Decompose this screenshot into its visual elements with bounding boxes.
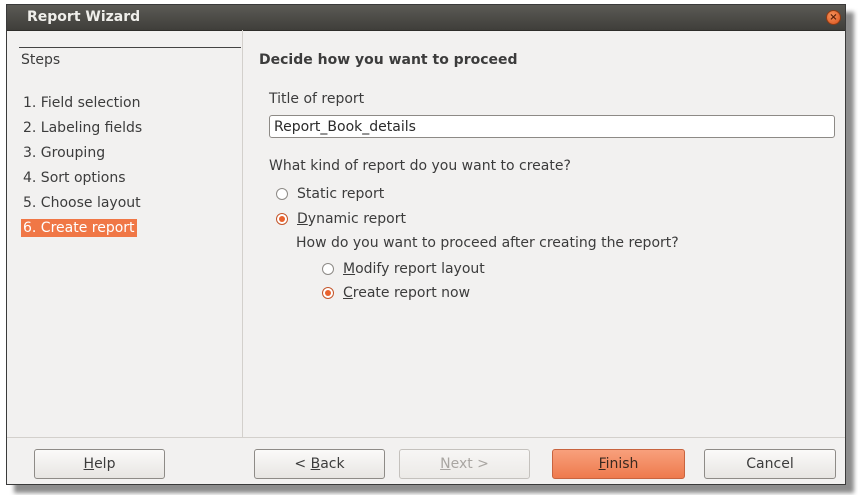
close-icon[interactable]: ×	[826, 10, 841, 25]
help-button[interactable]: Help	[34, 449, 165, 479]
proceed-question: How do you want to proceed after creatin…	[296, 235, 679, 251]
create-now-radio[interactable]	[322, 287, 334, 299]
dynamic-report-label: Dynamic report	[297, 211, 406, 227]
title-bar[interactable]: Report Wizard ×	[7, 5, 845, 31]
next-button[interactable]: Next >	[399, 449, 530, 479]
steps-pane: Steps 1. Field selection 2. Labeling fie…	[7, 30, 243, 437]
report-kind-question: What kind of report do you want to creat…	[269, 158, 571, 174]
window-title: Report Wizard	[27, 9, 141, 25]
modify-layout-label: Modify report layout	[343, 261, 485, 277]
page-title: Decide how you want to proceed	[259, 52, 518, 68]
steps-header: Steps	[21, 52, 61, 68]
step-field-selection[interactable]: 1. Field selection	[21, 94, 143, 112]
finish-button[interactable]: Finish	[552, 449, 685, 479]
static-report-radio[interactable]	[276, 188, 288, 200]
modify-layout-option[interactable]: Modify report layout	[322, 261, 485, 277]
step-labeling-fields[interactable]: 2. Labeling fields	[21, 119, 144, 137]
report-wizard-dialog: Report Wizard × Steps 1. Field selection…	[6, 4, 846, 485]
main-content: Decide how you want to proceed Title of …	[243, 30, 845, 437]
cancel-button[interactable]: Cancel	[704, 449, 836, 479]
step-create-report[interactable]: 6. Create report	[21, 219, 137, 237]
create-now-label: Create report now	[343, 285, 471, 301]
create-now-option[interactable]: Create report now	[322, 285, 470, 301]
dynamic-report-radio[interactable]	[276, 213, 288, 225]
back-button[interactable]: < Back	[254, 449, 385, 479]
title-of-report-label: Title of report	[269, 91, 365, 107]
dynamic-report-option[interactable]: Dynamic report	[276, 211, 406, 227]
step-grouping[interactable]: 3. Grouping	[21, 144, 107, 162]
steps-divider	[19, 47, 241, 48]
modify-layout-radio[interactable]	[322, 263, 334, 275]
report-title-input[interactable]: Report_Book_details	[269, 115, 835, 138]
step-choose-layout[interactable]: 5. Choose layout	[21, 194, 143, 212]
static-report-option[interactable]: Static report	[276, 186, 384, 202]
static-report-label: Static report	[297, 186, 385, 202]
button-bar: Help < Back Next > Finish Cancel	[7, 437, 845, 484]
step-sort-options[interactable]: 4. Sort options	[21, 169, 128, 187]
